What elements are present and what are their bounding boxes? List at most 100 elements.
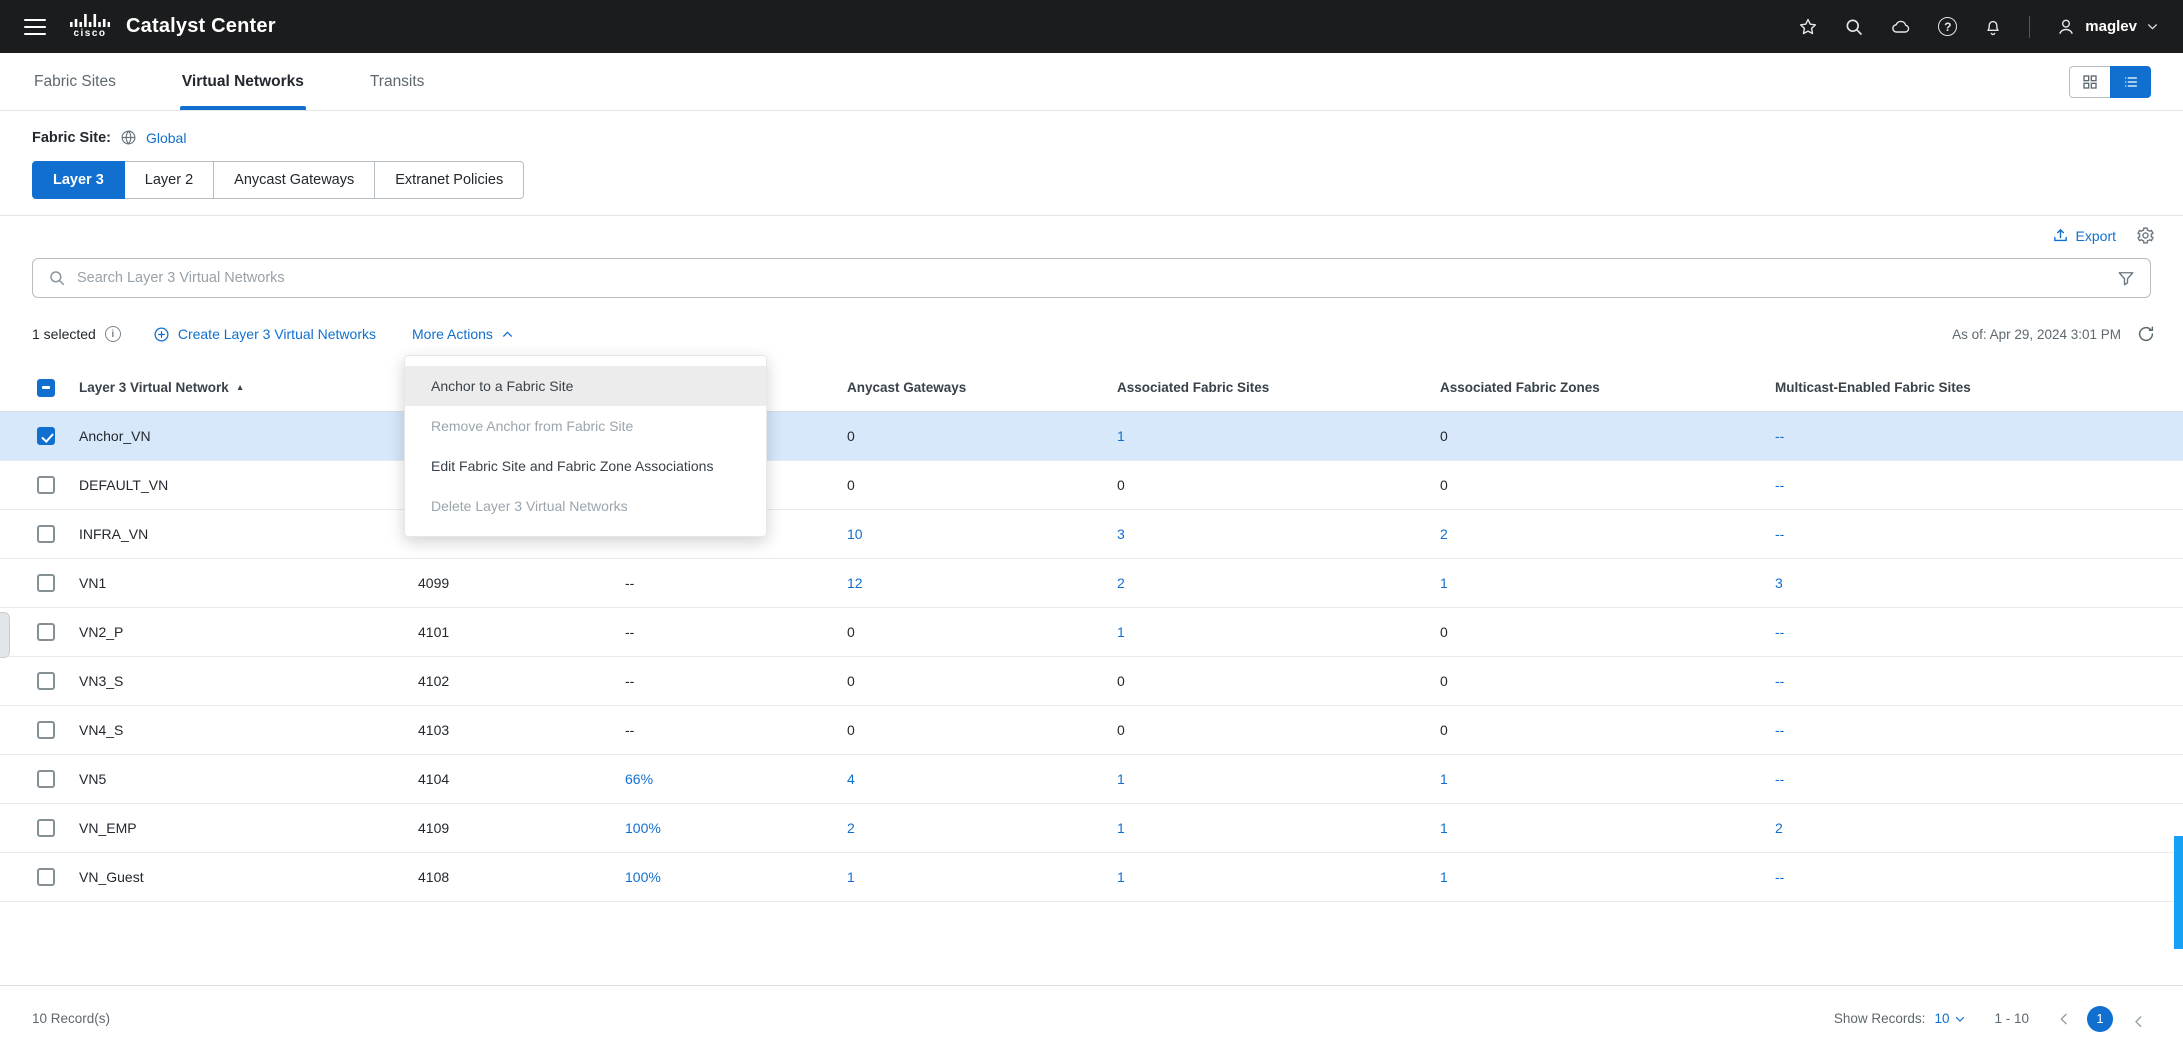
cell-associated-fabric-sites[interactable]: 1 [1117,771,1440,787]
page-number-current[interactable]: 1 [2087,1006,2113,1032]
create-layer3-vn-button[interactable]: Create Layer 3 Virtual Networks [153,326,376,343]
select-all-checkbox[interactable] [37,379,55,397]
next-page-button[interactable] [2121,1011,2151,1027]
cell-associated-fabric-sites[interactable]: 1 [1117,624,1440,640]
cell-anycast-gateways: 0 [847,722,1117,738]
row-checkbox[interactable] [37,868,55,886]
cell-anycast-gateways[interactable]: 12 [847,575,1117,591]
table-row: VN_EMP 4109 100% 2 1 1 2 [0,804,2183,853]
cell-anycast-gateways[interactable]: 1 [847,869,1117,885]
pagination-footer: 10 Record(s) Show Records: 10 1 - 10 1 [0,985,2183,1051]
more-actions-menu: Anchor to a Fabric SiteRemove Anchor fro… [404,355,767,537]
cell-anycast-gateways[interactable]: 10 [847,526,1117,542]
tab-layer-3[interactable]: Layer 3 [32,161,125,199]
cell-associated-fabric-sites[interactable]: 1 [1117,820,1440,836]
row-checkbox[interactable] [37,525,55,543]
user-avatar-icon [2056,17,2076,37]
cell-vnid: 4101 [418,624,625,640]
row-checkbox[interactable] [37,672,55,690]
filter-funnel-icon[interactable] [2117,269,2135,287]
view-toggle-group [2069,66,2151,98]
show-records-dropdown[interactable]: 10 [1934,1011,1966,1026]
cloud-icon[interactable] [1890,17,1912,37]
cell-vnid: 4102 [418,673,625,689]
notifications-bell-icon[interactable] [1983,17,2003,37]
table-row: DEFAULT_VN 0 0 0 -- [0,461,2183,510]
tab-anycast-gateways[interactable]: Anycast Gateways [214,161,375,199]
hamburger-menu-icon[interactable] [24,19,46,35]
cell-vn-name: VN_Guest [79,869,418,885]
scrollbar-thumb[interactable] [2174,836,2183,949]
tab-transits[interactable]: Transits [368,53,427,110]
refresh-icon[interactable] [2137,325,2155,343]
cell-percent: -- [625,575,847,591]
cell-associated-fabric-sites[interactable]: 1 [1117,869,1440,885]
cell-percent: -- [625,673,847,689]
help-icon[interactable]: ? [1938,17,1957,36]
cell-multicast-enabled-fabric-sites[interactable]: 2 [1775,820,2183,836]
search-icon[interactable] [1844,17,1864,37]
cell-associated-fabric-zones[interactable]: 1 [1440,771,1775,787]
cell-associated-fabric-sites[interactable]: 2 [1117,575,1440,591]
cell-percent[interactable]: 100% [625,869,847,885]
more-actions-button[interactable]: More Actions [412,326,514,342]
grid-view-button[interactable] [2069,66,2110,98]
cell-percent[interactable]: 100% [625,820,847,836]
fabric-site-global-link[interactable]: Global [146,130,186,146]
column-header-anycast-gateways[interactable]: Anycast Gateways [847,380,1117,395]
export-button[interactable]: Export [2052,227,2116,244]
cell-associated-fabric-zones[interactable]: 1 [1440,869,1775,885]
page-title: Catalyst Center [126,15,276,38]
cell-associated-fabric-sites[interactable]: 3 [1117,526,1440,542]
column-header-associated-fabric-sites[interactable]: Associated Fabric Sites [1117,380,1440,395]
table-row: VN_Guest 4108 100% 1 1 1 -- [0,853,2183,902]
cell-associated-fabric-zones: 0 [1440,624,1775,640]
cell-anycast-gateways[interactable]: 4 [847,771,1117,787]
row-checkbox[interactable] [37,623,55,641]
row-checkbox[interactable] [37,427,55,445]
list-view-button[interactable] [2110,66,2151,98]
cell-multicast-enabled-fabric-sites: -- [1775,771,2183,787]
cisco-bars-icon [70,14,110,27]
column-header-associated-fabric-zones[interactable]: Associated Fabric Zones [1440,380,1775,395]
cell-associated-fabric-zones[interactable]: 2 [1440,526,1775,542]
primary-tab-bar: Fabric Sites Virtual Networks Transits [0,53,2183,111]
menu-item[interactable]: Anchor to a Fabric Site [405,366,766,406]
cell-anycast-gateways[interactable]: 2 [847,820,1117,836]
cisco-logo: cisco [70,14,110,39]
cell-multicast-enabled-fabric-sites[interactable]: 3 [1775,575,2183,591]
cell-vnid: 4103 [418,722,625,738]
context-section: Fabric Site: Global Layer 3 Layer 2 Anyc… [0,111,2183,216]
column-header-layer3-virtual-network[interactable]: Layer 3 Virtual Network▲ [79,380,418,395]
tab-fabric-sites[interactable]: Fabric Sites [32,53,118,110]
prev-page-button[interactable] [2049,1011,2079,1027]
row-checkbox[interactable] [37,476,55,494]
tab-extranet-policies[interactable]: Extranet Policies [375,161,524,199]
row-checkbox[interactable] [37,574,55,592]
search-input[interactable] [77,270,2106,286]
cell-associated-fabric-zones[interactable]: 1 [1440,820,1775,836]
row-checkbox[interactable] [37,770,55,788]
cell-vnid: 4109 [418,820,625,836]
row-checkbox[interactable] [37,819,55,837]
user-menu[interactable]: maglev [2056,17,2159,37]
tab-virtual-networks[interactable]: Virtual Networks [180,53,306,110]
tab-layer-2[interactable]: Layer 2 [125,161,214,199]
column-header-multicast-enabled-fabric-sites[interactable]: Multicast-Enabled Fabric Sites [1775,380,2183,395]
table-settings-gear-icon[interactable] [2136,226,2155,245]
table-toolbar: Export [2052,226,2155,245]
row-checkbox[interactable] [37,721,55,739]
cell-vn-name: VN_EMP [79,820,418,836]
cell-vnid: 4108 [418,869,625,885]
create-label: Create Layer 3 Virtual Networks [178,326,376,342]
info-icon[interactable]: i [105,326,121,342]
menu-item[interactable]: Edit Fabric Site and Fabric Zone Associa… [405,446,766,486]
cell-vnid: 4099 [418,575,625,591]
cell-percent[interactable]: 66% [625,771,847,787]
favorites-star-icon[interactable] [1798,17,1818,37]
side-panel-handle[interactable] [0,612,10,658]
cell-associated-fabric-sites[interactable]: 1 [1117,428,1440,444]
cell-anycast-gateways: 0 [847,624,1117,640]
cell-associated-fabric-zones[interactable]: 1 [1440,575,1775,591]
cell-associated-fabric-zones: 0 [1440,428,1775,444]
